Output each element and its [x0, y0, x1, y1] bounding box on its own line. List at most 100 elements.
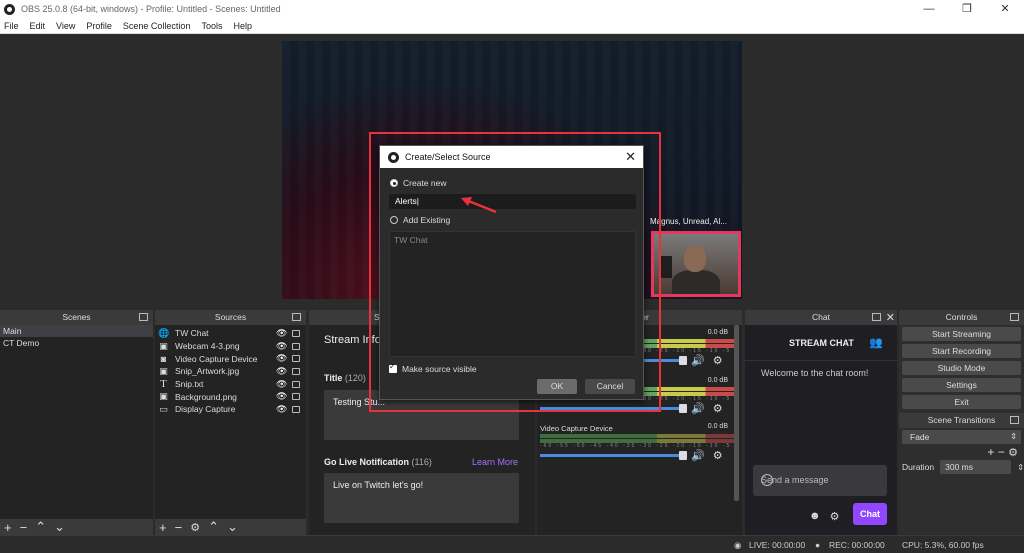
slider-handle[interactable]: [679, 356, 687, 365]
title-label-text: Title: [324, 373, 343, 383]
move-up-icon[interactable]: ⌃: [35, 519, 46, 535]
eye-icon[interactable]: 👁: [276, 366, 288, 377]
source-item[interactable]: ▣ Background.png 👁: [155, 390, 306, 403]
slider-handle[interactable]: [679, 451, 687, 460]
source-item[interactable]: ▭ Display Capture 👁: [155, 403, 306, 416]
speaker-icon[interactable]: 🔊: [691, 402, 705, 415]
add-icon[interactable]: +: [4, 520, 12, 535]
chat-send-button[interactable]: Chat: [853, 503, 887, 525]
start-streaming-button[interactable]: Start Streaming: [902, 327, 1021, 341]
highlight-annotation: [369, 132, 661, 412]
remove-icon[interactable]: −: [20, 520, 28, 535]
gear-icon[interactable]: ⚙: [190, 521, 200, 534]
remove-icon[interactable]: −: [175, 520, 183, 535]
gear-icon[interactable]: ⚙: [713, 402, 723, 415]
chat-tools: ☻ ⚙: [809, 510, 839, 523]
source-label: Video Capture Device: [175, 353, 258, 364]
chat-message-input[interactable]: Send a message: [753, 465, 887, 496]
add-icon[interactable]: +: [987, 445, 994, 459]
undock-icon[interactable]: [1010, 313, 1019, 321]
duration-input[interactable]: 300 ms: [940, 460, 1012, 474]
eye-icon[interactable]: 👁: [276, 391, 288, 402]
source-item[interactable]: T Snip.txt 👁: [155, 378, 306, 391]
menu-profile[interactable]: Profile: [86, 21, 112, 31]
undock-icon[interactable]: [292, 313, 301, 321]
eye-icon[interactable]: 👁: [276, 353, 288, 364]
menu-edit[interactable]: Edit: [30, 21, 46, 31]
scene-item-ct-demo[interactable]: CT Demo: [0, 337, 153, 349]
restore-icon[interactable]: ❐: [948, 0, 986, 18]
window-titlebar: OBS 25.0.8 (64-bit, windows) - Profile: …: [0, 0, 1024, 18]
live-status-icon: ◉: [734, 540, 742, 550]
menu-file[interactable]: File: [4, 21, 19, 31]
image-icon: ▣: [159, 340, 168, 351]
remove-icon[interactable]: −: [998, 445, 1005, 459]
title-char-count: (120): [344, 373, 366, 383]
studio-mode-button[interactable]: Studio Mode: [902, 361, 1021, 375]
eye-icon[interactable]: 👁: [276, 379, 288, 390]
menu-view[interactable]: View: [56, 21, 75, 31]
eye-icon[interactable]: 👁: [276, 328, 288, 339]
gear-icon[interactable]: ⚙: [830, 510, 840, 523]
menu-scene-collection[interactable]: Scene Collection: [123, 21, 191, 31]
lock-icon[interactable]: [292, 367, 300, 375]
speaker-icon[interactable]: 🔊: [691, 354, 705, 367]
source-item[interactable]: ◙ Video Capture Device 👁: [155, 352, 306, 365]
scenes-header: Scenes: [0, 310, 153, 325]
menu-bar: File Edit View Profile Scene Collection …: [0, 18, 1024, 34]
window-title: OBS 25.0.8 (64-bit, windows) - Profile: …: [21, 4, 281, 14]
rec-time: REC: 00:00:00: [829, 540, 885, 550]
add-icon[interactable]: +: [159, 520, 167, 535]
lock-icon[interactable]: [292, 355, 300, 363]
move-down-icon[interactable]: ⌄: [227, 519, 238, 535]
sources-header-label: Sources: [214, 312, 247, 322]
move-down-icon[interactable]: ⌄: [54, 519, 65, 535]
move-up-icon[interactable]: ⌃: [208, 519, 219, 535]
lock-icon[interactable]: [292, 393, 300, 401]
gear-icon[interactable]: ⚙: [1008, 447, 1018, 459]
rec-status-icon: ●: [815, 540, 821, 550]
lock-icon[interactable]: [292, 329, 300, 337]
stepper-icon[interactable]: ⇕: [1017, 463, 1024, 472]
scenes-toolbar: + − ⌃ ⌄: [0, 519, 153, 535]
mixer-scrollbar[interactable]: [734, 325, 739, 501]
eye-icon[interactable]: 👁: [276, 404, 288, 415]
source-item[interactable]: ▣ Snip_Artwork.jpg 👁: [155, 365, 306, 378]
volume-slider[interactable]: [540, 451, 687, 460]
lock-icon[interactable]: [292, 380, 300, 388]
lock-icon[interactable]: [292, 405, 300, 413]
slider-handle[interactable]: [679, 404, 687, 413]
emoji-icon[interactable]: [761, 474, 773, 486]
settings-button[interactable]: Settings: [902, 378, 1021, 392]
eye-icon[interactable]: 👁: [276, 341, 288, 352]
scene-item-main[interactable]: Main: [0, 325, 153, 337]
chat-header: Chat ✕: [745, 310, 897, 325]
minimize-icon[interactable]: —: [910, 0, 948, 18]
exit-button[interactable]: Exit: [902, 395, 1021, 409]
users-icon[interactable]: 👥: [869, 336, 883, 349]
bits-icon[interactable]: ☻: [809, 510, 821, 523]
lock-icon[interactable]: [292, 342, 300, 350]
speaker-icon[interactable]: 🔊: [691, 449, 705, 462]
transition-select[interactable]: Fade ⇕: [902, 430, 1021, 444]
close-icon[interactable]: ✕: [986, 0, 1024, 18]
gear-icon[interactable]: ⚙: [713, 354, 723, 367]
controls-header: Controls: [899, 310, 1024, 325]
notification-input[interactable]: Live on Twitch let's go!: [324, 473, 519, 523]
undock-icon[interactable]: [1010, 416, 1019, 424]
undock-icon[interactable]: [139, 313, 148, 321]
undock-icon[interactable]: [872, 313, 881, 321]
source-item[interactable]: 🌐 TW Chat 👁: [155, 327, 306, 340]
close-icon[interactable]: ✕: [886, 311, 895, 326]
scenes-list: Main CT Demo: [0, 325, 153, 519]
source-item[interactable]: ▣ Webcam 4-3.png 👁: [155, 340, 306, 353]
learn-more-link[interactable]: Learn More: [472, 457, 518, 467]
notification-value: Live on Twitch let's go!: [333, 480, 424, 490]
duration-row: Duration 300 ms ⇕: [899, 460, 1024, 474]
menu-tools[interactable]: Tools: [201, 21, 222, 31]
source-label: Webcam 4-3.png: [175, 341, 240, 352]
start-recording-button[interactable]: Start Recording: [902, 344, 1021, 358]
menu-help[interactable]: Help: [233, 21, 252, 31]
gear-icon[interactable]: ⚙: [713, 449, 723, 462]
source-label: Background.png: [175, 391, 237, 402]
